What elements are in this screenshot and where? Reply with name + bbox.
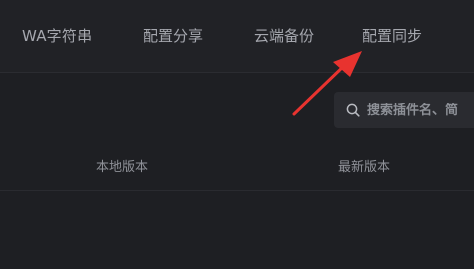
tab-config-share[interactable]: 配置分享 [143,24,203,48]
search-box[interactable] [334,92,474,128]
search-input[interactable] [367,102,474,118]
column-local-version: 本地版本 [96,160,149,175]
tab-cloud-backup[interactable]: 云端备份 [254,24,314,48]
search-icon [346,103,360,117]
column-latest-version: 最新版本 [338,160,391,175]
table-header: 本地版本 最新版本 [0,140,474,191]
app-window: WA字符串 配置分享 云端备份 配置同步 本地版本 最新版本 [0,0,474,269]
tab-wa-string[interactable]: WA字符串 [22,24,92,48]
top-tab-bar: WA字符串 配置分享 云端备份 配置同步 [0,0,474,73]
tab-config-sync[interactable]: 配置同步 [362,24,422,48]
